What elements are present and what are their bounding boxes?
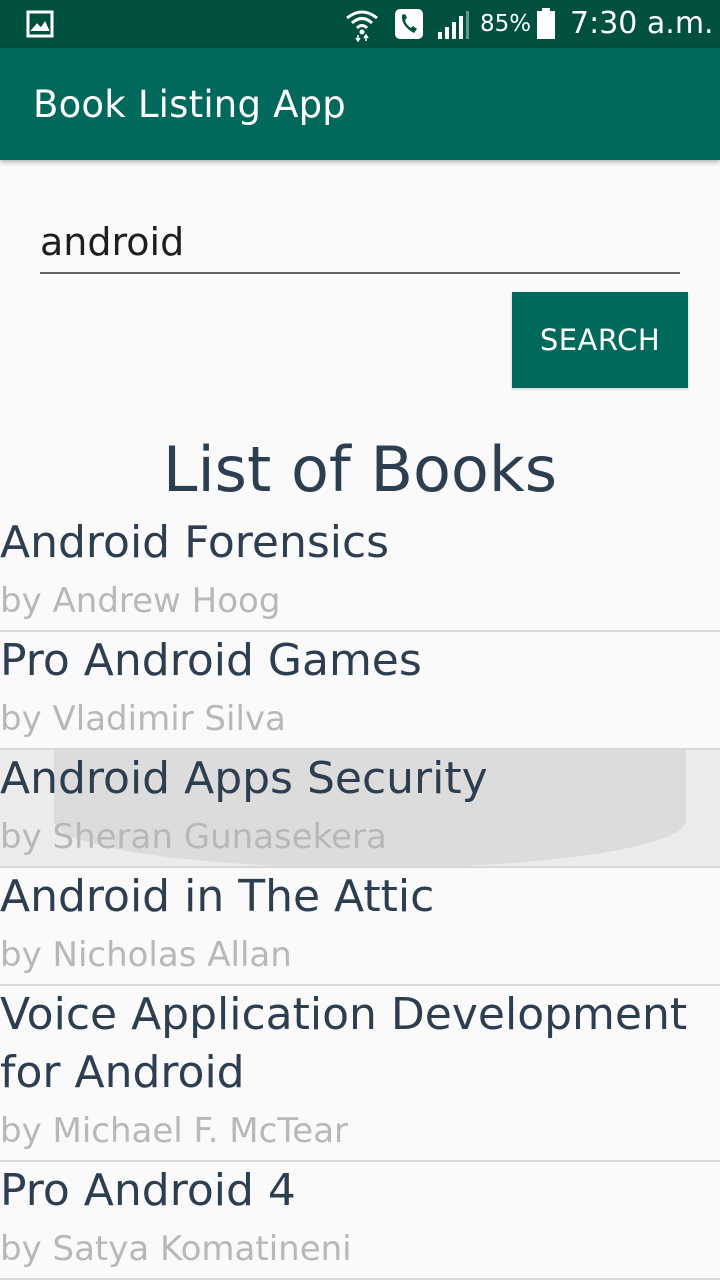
book-author: by Vladimir Silva	[0, 699, 286, 739]
book-list-item[interactable]: Pro Android 4 by Satya Komatineni	[0, 1162, 720, 1280]
search-input[interactable]	[40, 212, 680, 274]
status-bar: 85% 7:30 a.m.	[0, 0, 720, 48]
book-title: Pro Android 4	[0, 1165, 296, 1216]
book-title: Android in The Attic	[0, 871, 435, 922]
list-heading: List of Books	[162, 433, 558, 506]
book-author: by Michael F. McTear	[0, 1111, 349, 1151]
call-icon	[395, 9, 423, 39]
search-button[interactable]: SEARCH	[512, 292, 688, 388]
battery-percent: 85%	[480, 11, 532, 37]
clock: 7:30 a.m.	[570, 6, 714, 41]
signal-icon	[438, 11, 469, 39]
app-title: Book Listing App	[33, 83, 346, 126]
gallery-icon	[26, 10, 54, 38]
book-list-item[interactable]: Pro Android Games by Vladimir Silva	[0, 632, 720, 750]
book-title: Android Forensics	[0, 517, 390, 568]
book-author: by Satya Komatineni	[0, 1229, 352, 1269]
book-list: Android Forensics by Andrew Hoog Pro And…	[0, 514, 720, 1280]
book-author: by Sheran Gunasekera	[0, 817, 387, 857]
book-title: Pro Android Games	[0, 635, 422, 686]
book-list-item[interactable]: Android in The Attic by Nicholas Allan	[0, 868, 720, 986]
book-list-item[interactable]: Android Forensics by Andrew Hoog	[0, 514, 720, 632]
book-title: Android Apps Security	[0, 753, 488, 804]
book-author: by Nicholas Allan	[0, 935, 292, 975]
app-bar: Book Listing App	[0, 48, 720, 160]
wifi-icon	[346, 10, 378, 42]
book-list-item[interactable]: Voice Application Development for Androi…	[0, 986, 720, 1162]
book-title: Voice Application Development for Androi…	[0, 989, 688, 1098]
battery-icon	[537, 8, 555, 39]
book-author: by Andrew Hoog	[0, 581, 281, 621]
book-list-item-pressed[interactable]: Android Apps Security by Sheran Gunaseke…	[0, 750, 720, 868]
